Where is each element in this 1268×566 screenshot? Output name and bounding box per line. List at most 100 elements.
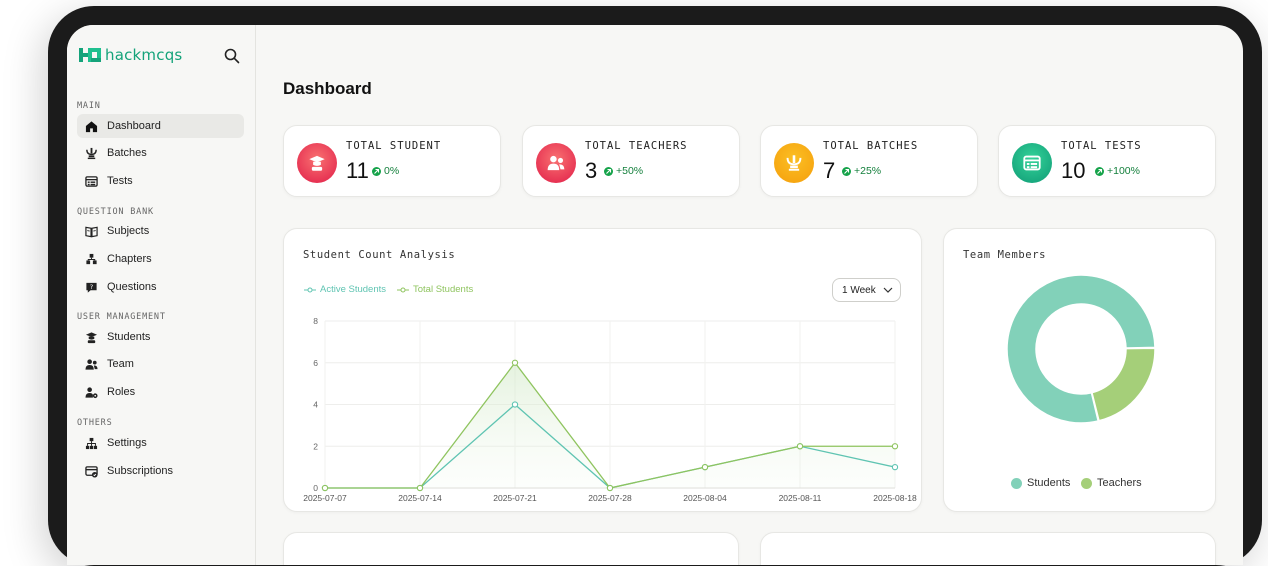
donut-slice-teachers[interactable] (1092, 348, 1155, 420)
stat-label: TOTAL BATCHES (823, 140, 918, 152)
brand-name: hackmcqs (105, 46, 182, 64)
section-label-main: MAIN (77, 101, 101, 111)
sidebar-item-label: Settings (107, 437, 147, 449)
x-tick-label: 2025-07-21 (493, 493, 537, 503)
stat-card-total-batches: TOTAL BATCHES 7 +25% (760, 125, 978, 197)
graduate-icon (85, 331, 98, 344)
legend-item-students[interactable]: Students (1011, 477, 1070, 489)
stat-change: +50% (604, 165, 643, 177)
sidebar-item-batches[interactable]: Batches (77, 141, 244, 165)
sidebar-item-label: Team (107, 358, 134, 370)
legend-label: Students (1027, 477, 1070, 489)
team-donut-chart (944, 229, 1217, 469)
settings-icon (85, 437, 98, 450)
logo-icon (79, 47, 101, 63)
home-icon (85, 120, 98, 133)
sidebar-item-team[interactable]: Team (77, 352, 244, 376)
batches-icon (774, 143, 814, 183)
stat-change-value: +25% (854, 165, 881, 177)
app-screen: hackmcqs MAIN Dashboard Batches Tests QU… (67, 25, 1243, 565)
stat-value: 10 (1061, 158, 1085, 184)
x-tick-label: 2025-08-11 (779, 493, 822, 503)
brand-logo[interactable]: hackmcqs (79, 46, 182, 64)
team-members-card: Team Members Students Teachers (943, 228, 1216, 512)
y-tick-label: 2 (313, 441, 318, 451)
student-line-chart: 0 2 4 6 8 2025-07-07 2025-07-14 2025-07-21 2025-… (284, 229, 923, 513)
svg-text:?: ? (90, 282, 93, 290)
y-tick-label: 0 (313, 483, 318, 493)
student-count-card: Student Count Analysis Active Students T… (283, 228, 922, 512)
sidebar-item-label: Subjects (107, 225, 149, 237)
stat-card-total-teachers: TOTAL TEACHERS 3 +50% (522, 125, 740, 197)
section-label-question-bank: QUESTION BANK (77, 207, 154, 217)
stat-label: TOTAL STUDENT (346, 140, 441, 152)
y-tick-label: 6 (313, 358, 318, 368)
data-point[interactable] (702, 465, 707, 470)
sidebar-item-dashboard[interactable]: Dashboard (77, 114, 244, 138)
stat-value: 11 (346, 158, 369, 184)
x-tick-label: 2025-07-28 (588, 493, 632, 503)
trend-up-icon (604, 167, 613, 176)
main-content: Dashboard TOTAL STUDENT 11 0% TOTAL TEAC… (257, 25, 1243, 565)
stat-value: 3 (585, 158, 597, 184)
stat-value: 7 (823, 158, 835, 184)
x-tick-label: 2025-07-07 (303, 493, 347, 503)
sidebar-item-label: Questions (107, 281, 157, 293)
sidebar-item-label: Roles (107, 386, 135, 398)
x-tick-label: 2025-08-04 (683, 493, 727, 503)
sidebar-item-roles[interactable]: Roles (77, 380, 244, 404)
sidebar-item-label: Dashboard (107, 120, 161, 132)
data-point[interactable] (892, 465, 897, 470)
sidebar-item-label: Subscriptions (107, 465, 173, 477)
search-icon[interactable] (223, 47, 241, 65)
y-tick-label: 4 (313, 400, 318, 410)
data-point[interactable] (607, 485, 612, 490)
page-title: Dashboard (283, 79, 372, 99)
tests-icon (1012, 143, 1052, 183)
sidebar-item-students[interactable]: Students (77, 325, 244, 349)
trend-up-icon (842, 167, 851, 176)
stat-change-value: 0% (384, 165, 399, 177)
graduate-icon (297, 143, 337, 183)
data-point[interactable] (892, 444, 897, 449)
data-point[interactable] (797, 444, 802, 449)
data-point[interactable] (512, 402, 517, 407)
questions-icon: ? (85, 281, 98, 294)
stat-label: TOTAL TEACHERS (585, 140, 688, 152)
x-tick-label: 2025-08-18 (873, 493, 917, 503)
section-label-others: OTHERS (77, 418, 113, 428)
stat-change: +100% (1095, 165, 1140, 177)
sidebar-item-label: Tests (107, 175, 133, 187)
subscriptions-icon (85, 465, 98, 478)
sidebar-item-subjects[interactable]: Subjects (77, 219, 244, 243)
stat-change-value: +50% (616, 165, 643, 177)
batches-icon (85, 147, 98, 160)
sidebar-item-settings[interactable]: Settings (77, 431, 244, 455)
sidebar-item-subscriptions[interactable]: Subscriptions (77, 459, 244, 483)
team-icon (85, 358, 98, 371)
users-icon (536, 143, 576, 183)
legend-label: Teachers (1097, 477, 1142, 489)
sidebar: hackmcqs MAIN Dashboard Batches Tests QU… (67, 25, 256, 565)
x-tick-label: 2025-07-14 (398, 493, 442, 503)
stat-change: +25% (842, 165, 881, 177)
data-point[interactable] (417, 485, 422, 490)
data-point[interactable] (512, 360, 517, 365)
stat-change-value: +100% (1107, 165, 1140, 177)
sidebar-item-chapters[interactable]: Chapters (77, 247, 244, 271)
stat-change: 0% (372, 165, 399, 177)
book-icon (85, 225, 98, 238)
y-tick-label: 8 (313, 316, 318, 326)
sidebar-item-questions[interactable]: ? Questions (77, 275, 244, 299)
sidebar-item-label: Students (107, 331, 150, 343)
sidebar-item-tests[interactable]: Tests (77, 169, 244, 193)
legend-item-teachers[interactable]: Teachers (1081, 477, 1142, 489)
sidebar-item-label: Chapters (107, 253, 152, 265)
roles-icon (85, 386, 98, 399)
stat-card-total-student: TOTAL STUDENT 11 0% (283, 125, 501, 197)
stat-label: TOTAL TESTS (1061, 140, 1142, 152)
trend-up-icon (1095, 167, 1104, 176)
data-point[interactable] (322, 485, 327, 490)
section-label-user-management: USER MANAGEMENT (77, 312, 166, 322)
tests-icon (85, 175, 98, 188)
